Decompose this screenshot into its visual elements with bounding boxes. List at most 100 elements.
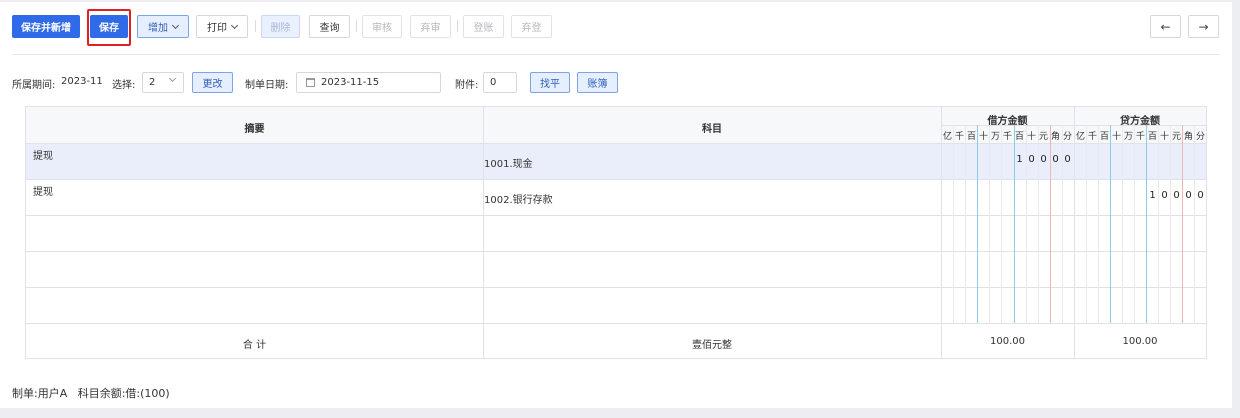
row-divider [26,179,1206,180]
debit-digit-label: 千 [1002,132,1012,142]
row-divider [26,251,1206,252]
debit-digit-label: 分 [1062,132,1072,142]
credit-amount-digit: 0 [1197,190,1204,201]
post-button[interactable]: 登账 [463,15,504,38]
footer-status: 制单:用户A 科目余额:借:(100) [12,387,170,400]
ledger-button[interactable]: 账簿 [577,72,618,93]
toolbar-separator [356,20,357,32]
debit-amount-digit: 0 [1028,154,1035,165]
delete-button[interactable]: 删除 [261,15,300,38]
digit-divider [965,125,966,323]
unpost-button[interactable]: 弃登 [511,15,552,38]
next-voucher-button[interactable]: → [1188,15,1219,38]
debit-digit-label: 亿 [942,132,952,142]
credit-digit-label: 百 [1147,132,1157,142]
arrow-left-icon: ← [1160,19,1171,34]
credit-digit-label: 分 [1195,132,1205,142]
chevron-down-icon [230,21,239,29]
chevron-down-icon [171,21,180,29]
credit-digit-label: 千 [1135,132,1145,142]
period-label: 所属期间: [12,80,56,91]
column-header-account: 科目 [702,124,722,135]
row-divider [26,143,1206,144]
print-dropdown-button[interactable]: 打印 [196,15,248,38]
row-divider [26,287,1206,288]
period-value: 2023-11 [61,76,103,87]
credit-digit-label: 亿 [1075,132,1085,142]
unaudit-button[interactable]: 弃审 [410,15,451,38]
digit-divider [1158,125,1159,323]
debit-amount-digit: 0 [1040,154,1047,165]
voucher-panel: 保存并新增 保存 增加 打印 删除 查询 审核 弃审 登账 弃登 ← → 所属期… [0,2,1232,408]
debit-amount-digit: 1 [1016,154,1023,165]
save-button-highlight [87,9,131,46]
digit-divider [1038,125,1039,323]
digit-divider [1086,125,1087,323]
account-cell: 1002.银行存款 [484,195,553,206]
digit-divider [1110,125,1111,323]
total-in-words: 壹佰元整 [692,340,732,351]
debit-digit-label: 十 [978,132,988,142]
account-cell: 1001.现金 [484,159,533,170]
balance-button[interactable]: 找平 [530,72,570,93]
arrow-right-icon: → [1198,19,1209,34]
total-label: 合 计 [242,340,267,351]
toolbar-separator [457,20,458,32]
total-debit-amount: 100.00 [990,336,1025,347]
digit-divider [1098,125,1099,323]
print-label: 打印 [207,23,227,34]
digit-divider [977,125,978,323]
debit-digit-label: 元 [1038,132,1048,142]
digit-divider [1170,125,1171,323]
credit-digit-label: 十 [1111,132,1121,142]
voucher-table: 摘要 科目 借方金额 贷方金额 亿千百十万千百十元角分亿千百十万千百十元角分 提… [25,106,1207,359]
credit-digit-label: 万 [1123,132,1133,142]
debit-digit-label: 万 [990,132,1000,142]
summary-cell: 提现 [33,151,53,162]
audit-button[interactable]: 审核 [362,15,402,38]
save-and-new-button[interactable]: 保存并新增 [12,15,80,38]
total-credit-amount: 100.00 [1122,336,1158,347]
query-button[interactable]: 查询 [309,15,350,38]
debit-amount-digit: 0 [1064,154,1071,165]
date-label: 制单日期: [245,80,289,91]
column-header-summary: 摘要 [244,124,265,135]
row-divider [26,215,1206,216]
credit-digit-label: 百 [1099,132,1109,142]
select-dropdown[interactable]: 2 [142,72,184,93]
digit-divider [953,125,954,323]
prev-voucher-button[interactable]: ← [1150,15,1181,38]
credit-amount-digit: 0 [1173,190,1180,201]
digit-divider [1001,125,1002,323]
column-divider [483,107,484,358]
digit-divider [1194,125,1195,323]
change-button[interactable]: 更改 [192,72,233,93]
attachment-input[interactable]: 0 [483,72,517,93]
digit-divider [1014,125,1015,323]
credit-digit-label: 角 [1183,132,1193,142]
chevron-down-icon [168,74,177,83]
toolbar-divider [12,54,1220,55]
debit-digit-label: 十 [1026,132,1036,142]
digit-divider [1122,125,1123,323]
select-label: 选择: [112,80,136,91]
credit-amount-digit: 0 [1161,190,1168,201]
debit-amount-digit: 0 [1052,154,1059,165]
credit-amount-digit: 1 [1149,190,1156,201]
attachment-label: 附件: [455,80,479,91]
digit-divider [1062,125,1063,323]
credit-digit-label: 千 [1087,132,1097,142]
credit-digit-label: 元 [1171,132,1181,142]
attachment-value: 0 [490,77,497,88]
add-dropdown-button[interactable]: 增加 [137,15,189,38]
digit-divider [1050,125,1051,323]
column-divider [1074,107,1075,358]
date-input[interactable]: 2023-11-15 [296,72,441,93]
digit-divider [1026,125,1027,323]
toolbar-separator [255,20,256,32]
column-divider [941,107,942,358]
digit-divider [1134,125,1135,323]
row-divider [26,323,1206,324]
digit-divider [989,125,990,323]
debit-digit-label: 角 [1050,132,1060,142]
